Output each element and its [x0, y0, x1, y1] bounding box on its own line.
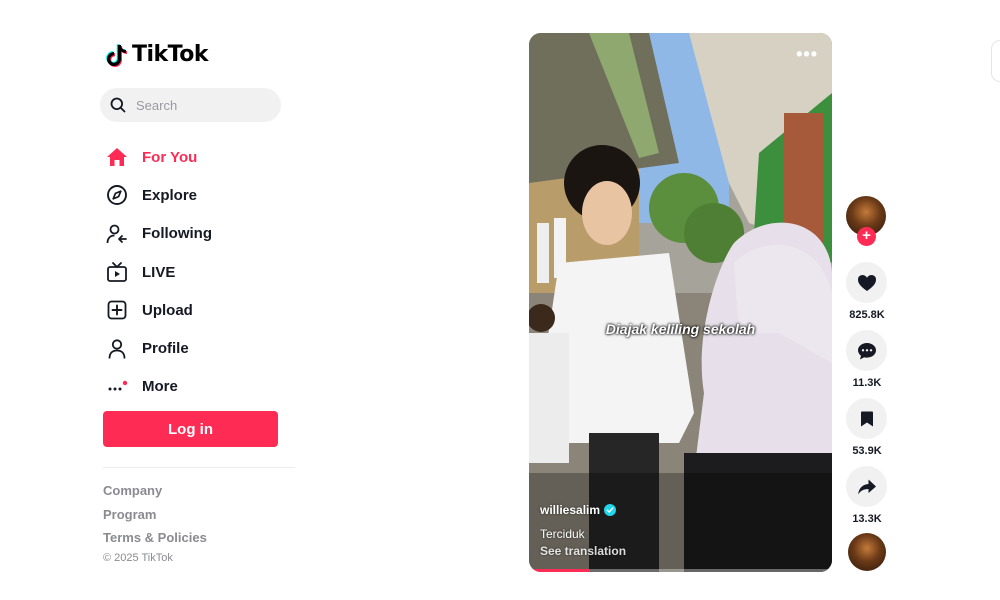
footer-link-program[interactable]: Program — [103, 507, 207, 531]
bookmark-icon — [860, 411, 873, 426]
search-bar[interactable] — [100, 88, 281, 122]
more-dots-icon — [106, 376, 128, 398]
share-button[interactable] — [846, 466, 887, 507]
profile-icon — [106, 338, 128, 360]
like-button[interactable] — [846, 262, 887, 303]
share-arrow-icon — [857, 479, 876, 494]
video-frame — [529, 33, 832, 572]
save-button[interactable] — [846, 398, 887, 439]
following-icon — [106, 223, 128, 245]
nav-label: Profile — [142, 340, 189, 358]
save-count: 53.9K — [852, 445, 882, 457]
nav-item-following[interactable]: Following — [106, 215, 286, 253]
nav-label: LIVE — [142, 263, 176, 281]
video-progress-fill — [529, 569, 590, 572]
nav-label: Upload — [142, 301, 193, 319]
follow-plus-icon[interactable]: + — [857, 227, 876, 246]
search-input[interactable] — [134, 96, 268, 114]
brand-name: TikTok — [132, 42, 209, 67]
author-username[interactable]: williesalim — [540, 503, 600, 517]
video-actions: + 825.8K 11.3K 53.9K 13.3K — [846, 196, 888, 571]
share-count: 13.3K — [852, 513, 882, 525]
comment-count: 11.3K — [852, 377, 882, 389]
live-tv-icon — [106, 261, 128, 283]
home-icon — [106, 146, 128, 168]
scroll-handle[interactable] — [991, 40, 1000, 82]
music-disc-icon[interactable] — [848, 533, 886, 571]
sidebar-nav: For You Explore Following LIVE Upload Pr… — [106, 138, 286, 406]
copyright-text: © 2025 TikTok — [103, 551, 173, 564]
compass-icon — [106, 184, 128, 206]
heart-icon — [857, 274, 876, 291]
sidebar-divider — [103, 467, 295, 468]
nav-item-for-you[interactable]: For You — [106, 138, 286, 176]
search-icon — [110, 97, 126, 113]
video-author[interactable]: williesalim — [540, 503, 617, 517]
nav-label: Explore — [142, 186, 198, 204]
creator-avatar[interactable]: + — [846, 196, 886, 246]
tiktok-logo[interactable]: TikTok — [106, 42, 209, 67]
nav-item-profile[interactable]: Profile — [106, 329, 286, 367]
upload-plus-icon — [106, 299, 128, 321]
footer-link-company[interactable]: Company — [103, 483, 207, 507]
verified-badge-icon — [604, 504, 617, 516]
video-caption-overlay: Diajak keliling sekolah — [605, 321, 756, 337]
video-description: Terciduk — [540, 527, 585, 541]
like-count: 825.8K — [849, 309, 885, 321]
video-progress-bar[interactable] — [529, 569, 832, 572]
comment-icon — [857, 342, 876, 359]
comment-button[interactable] — [846, 330, 887, 371]
footer-link-terms[interactable]: Terms & Policies — [103, 530, 207, 554]
nav-label: For You — [142, 148, 198, 166]
nav-item-more[interactable]: More — [106, 368, 286, 406]
nav-label: Following — [142, 225, 212, 243]
login-button[interactable]: Log in — [103, 411, 278, 447]
nav-label: More — [142, 378, 178, 396]
nav-item-explore[interactable]: Explore — [106, 176, 286, 214]
tiktok-note-icon — [106, 43, 127, 67]
video-more-options-icon[interactable]: ••• — [796, 44, 818, 65]
video-player[interactable]: ••• Diajak keliling sekolah williesalim … — [529, 33, 832, 572]
sidebar-footer: Company Program Terms & Policies © 2025 … — [103, 483, 207, 564]
see-translation-link[interactable]: See translation — [540, 544, 626, 558]
nav-item-live[interactable]: LIVE — [106, 253, 286, 291]
nav-item-upload[interactable]: Upload — [106, 291, 286, 329]
